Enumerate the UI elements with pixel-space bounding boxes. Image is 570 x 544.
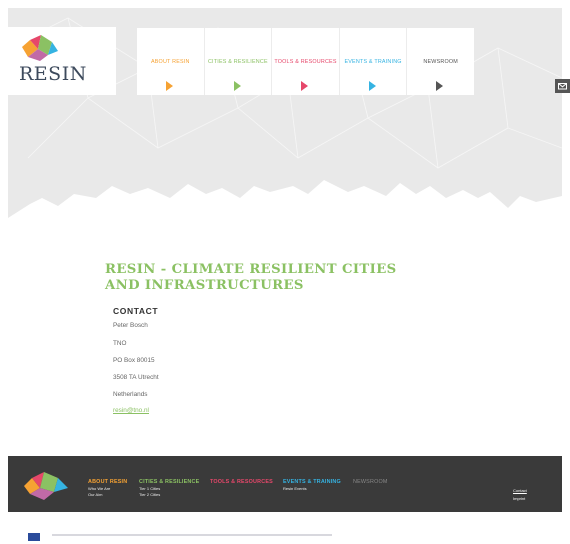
nav-item-cities-resilience[interactable]: CITIES & RESILIENCE: [205, 28, 273, 95]
page-title: RESIN - CLIMATE RESILIENT CITIES AND INF…: [105, 262, 397, 293]
contact-line: Peter Bosch: [113, 322, 148, 329]
site-footer: ABOUT RESIN Who We Are Our Aim CITIES & …: [8, 456, 562, 512]
footer-heading-events-training[interactable]: EVENTS & TRAINING: [283, 479, 341, 485]
footer-column-tools-resources: TOOLS & RESOURCES: [210, 479, 273, 485]
main-navigation: ABOUT RESIN CITIES & RESILIENCE TOOLS & …: [137, 28, 474, 95]
contact-line: TNO: [113, 340, 127, 347]
footer-heading-tools-resources[interactable]: TOOLS & RESOURCES: [210, 479, 273, 485]
footer-link[interactable]: Tier 1 Cities: [139, 486, 199, 491]
footer-column-newsroom: NEWSROOM: [353, 479, 388, 485]
nav-label-cities-resilience: CITIES & RESILIENCE: [207, 59, 268, 65]
nav-label-newsroom: NEWSROOM: [423, 59, 458, 65]
eu-flag-icon: [28, 533, 40, 541]
footer-contact-link[interactable]: Contact: [513, 487, 527, 495]
footer-imprint-link[interactable]: Imprint: [513, 495, 527, 503]
footer-link[interactable]: Tier 2 Cities: [139, 492, 199, 497]
nav-label-tools-resources: TOOLS & RESOURCES: [274, 59, 337, 65]
nav-item-events-training[interactable]: EVENTS & TRAINING: [340, 28, 408, 95]
footer-column-events-training: EVENTS & TRAINING Resin Events: [283, 479, 341, 491]
chevron-right-icon: [301, 81, 309, 91]
nav-label-events-training: EVENTS & TRAINING: [344, 59, 402, 65]
envelope-icon: [558, 83, 567, 90]
footer-heading-about-resin[interactable]: ABOUT RESIN: [88, 479, 127, 485]
nav-item-tools-resources[interactable]: TOOLS & RESOURCES: [272, 28, 340, 95]
side-menu-toggle[interactable]: [555, 79, 570, 93]
footer-column-cities-resilience: CITIES & RESILIENCE Tier 1 Cities Tier 2…: [139, 479, 199, 497]
footer-utility-links: Contact Imprint: [513, 487, 527, 503]
funding-notice-placeholder: [52, 533, 352, 537]
contact-heading: CONTACT: [113, 306, 159, 316]
nav-item-about-resin[interactable]: ABOUT RESIN: [137, 28, 205, 95]
chevron-right-icon: [368, 81, 376, 91]
footer-heading-newsroom[interactable]: NEWSROOM: [353, 479, 388, 485]
chevron-right-icon: [233, 81, 241, 91]
main-content: RESIN - CLIMATE RESILIENT CITIES AND INF…: [105, 262, 425, 414]
footer-heading-cities-resilience[interactable]: CITIES & RESILIENCE: [139, 479, 199, 485]
nav-label-about-resin: ABOUT RESIN: [150, 59, 190, 65]
resin-logo[interactable]: RESIN: [8, 27, 116, 95]
chevron-right-icon: [166, 81, 173, 91]
contact-email-link[interactable]: resin@tno.nl: [113, 407, 149, 414]
footer-link[interactable]: Who We Are: [88, 486, 127, 491]
footer-link[interactable]: Our Aim: [88, 492, 127, 497]
contact-line: PO Box 80015: [113, 357, 155, 364]
footer-link[interactable]: Resin Events: [283, 486, 341, 491]
footer-column-about-resin: ABOUT RESIN Who We Are Our Aim: [88, 479, 127, 497]
resin-footer-logo[interactable]: [20, 466, 80, 506]
chevron-right-icon: [436, 81, 444, 91]
nav-item-newsroom[interactable]: NEWSROOM: [407, 28, 474, 95]
resin-logo-text: RESIN: [19, 63, 87, 85]
contact-line: Netherlands: [113, 391, 148, 398]
contact-line: 3508 TA Utrecht: [113, 374, 159, 381]
unreadable-text-bar: [52, 534, 332, 536]
